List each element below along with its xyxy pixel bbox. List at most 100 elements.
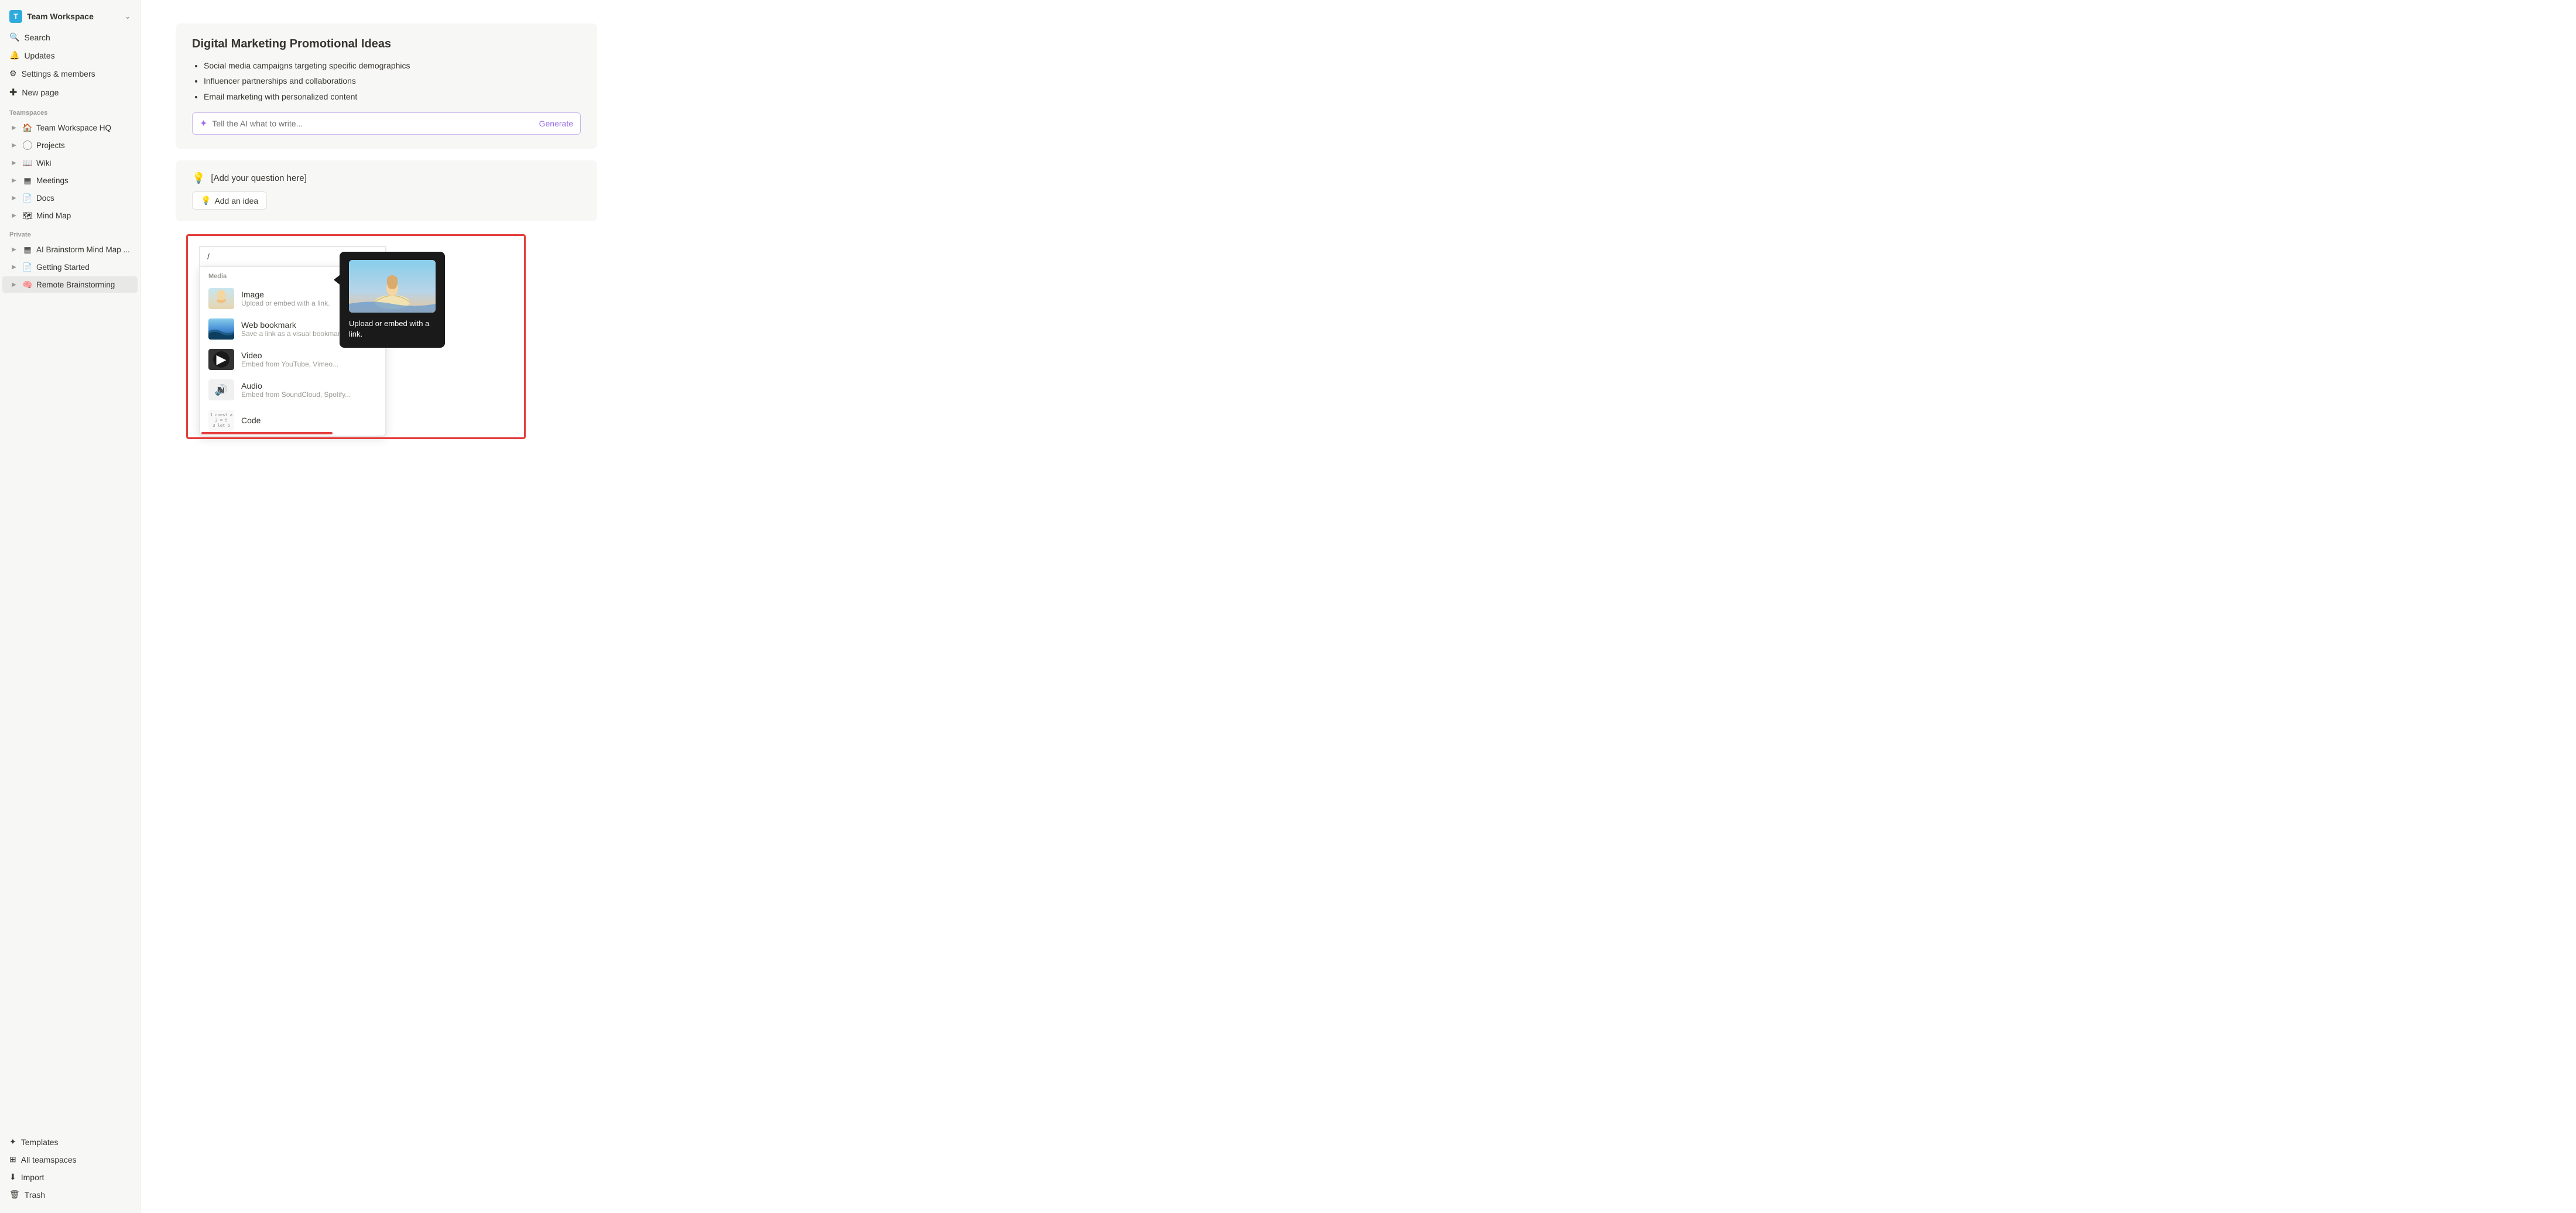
sidebar: T Team Workspace ⌄ 🔍 Search 🔔 Updates ⚙ … [0,0,141,1213]
sidebar-label-projects: Projects [36,141,65,150]
page-icon: 📄 [22,262,33,272]
sidebar-item-docs[interactable]: ▶ 📄 Docs [2,190,138,206]
sidebar-label-new-page: New page [22,88,59,97]
teamspaces-label: Teamspaces [0,102,140,119]
sidebar-label-all-teamspaces: All teamspaces [21,1155,77,1164]
add-idea-label: Add an idea [214,196,258,205]
slash-item-video[interactable]: ▶ Video Embed from YouTube, Vimeo... [200,344,385,375]
mindmap-icon: 🗺 [22,210,33,221]
slash-item-code[interactable]: 1 const a 2 = 5 3 let b Code [200,405,385,436]
slash-item-video-title: Video [241,351,338,360]
slash-item-video-text: Video Embed from YouTube, Vimeo... [241,351,338,368]
question-row: 💡 [Add your question here] [192,172,581,184]
spark-icon: ✦ [200,118,207,129]
chevron-icon: ▶ [9,245,19,254]
sidebar-label-wiki: Wiki [36,159,52,167]
chevron-icon: ▶ [9,123,19,132]
trash-icon: 🗑 [9,1190,20,1200]
slash-char: / [207,252,210,261]
slash-item-audio-title: Audio [241,381,351,390]
image-thumbnail [208,288,234,309]
sidebar-item-templates[interactable]: ✦ Templates [2,1133,138,1150]
ai-card-title: Digital Marketing Promotional Ideas [192,37,581,51]
plus-icon: ✚ [9,87,17,98]
sidebar-label-import: Import [21,1173,44,1182]
slash-item-image-text: Image Upload or embed with a link. [241,290,330,307]
sidebar-label-search: Search [24,33,50,42]
sidebar-item-settings[interactable]: ⚙ Settings & members [2,65,138,82]
add-idea-button[interactable]: 💡 Add an idea [192,191,267,210]
slash-item-bookmark-title: Web bookmark [241,320,345,330]
slash-item-code-text: Code [241,416,261,425]
audio-thumbnail: 🔊 [208,379,234,400]
sidebar-item-updates[interactable]: 🔔 Updates [2,47,138,64]
ai-card-bullets: Social media campaigns targeting specifi… [192,59,581,103]
sidebar-label-templates: Templates [21,1137,59,1147]
sidebar-item-mind-map[interactable]: ▶ 🗺 Mind Map [2,207,138,224]
workspace-avatar: T [9,10,22,23]
chevron-icon: ▶ [9,193,19,203]
slash-item-image[interactable]: Image Upload or embed with a link. ➤ [200,283,385,314]
question-card: 💡 [Add your question here] 💡 Add an idea [176,160,597,221]
projects-icon [22,140,33,150]
gear-icon: ⚙ [9,68,17,78]
sidebar-label-trash: Trash [25,1190,45,1200]
search-icon: 🔍 [9,32,19,42]
ai-text-input[interactable] [212,119,534,128]
sidebar-label-getting-started: Getting Started [36,263,90,272]
sidebar-item-new-page[interactable]: ✚ New page [2,83,138,102]
slash-command-popup[interactable]: / Media [199,246,386,437]
brain-icon: 🧠 [22,279,33,290]
code-thumbnail: 1 const a 2 = 5 3 let b [208,410,234,431]
sidebar-item-trash[interactable]: 🗑 Trash [2,1186,138,1203]
meetings-icon: ▦ [22,175,33,186]
generate-button[interactable]: Generate [539,119,573,128]
sidebar-item-ai-brainstorm[interactable]: ▶ ▦ AI Brainstorm Mind Map ... [2,241,138,258]
slash-item-image-title: Image [241,290,330,299]
bulb-icon: 💡 [192,172,205,184]
workspace-name: Team Workspace [27,12,94,21]
slash-item-audio-text: Audio Embed from SoundCloud, Spotify... [241,381,351,399]
grid-icon: ⊞ [9,1154,16,1164]
slash-menu: Media [199,266,386,437]
workspace-header[interactable]: T Team Workspace ⌄ [2,5,138,28]
templates-icon: ✦ [9,1137,16,1147]
sidebar-item-all-teamspaces[interactable]: ⊞ All teamspaces [2,1151,138,1168]
slash-section-media: Media [200,267,385,283]
bell-icon: 🔔 [9,50,19,60]
bullet-1: Social media campaigns targeting specifi… [204,59,581,72]
add-idea-icon: 💡 [201,196,211,205]
sidebar-item-remote-brainstorming[interactable]: ▶ 🧠 Remote Brainstorming [2,276,138,293]
table-icon: ▦ [22,244,33,255]
slash-item-bookmark-desc: Save a link as a visual bookmark. [241,330,345,338]
slash-item-audio[interactable]: 🔊 Audio Embed from SoundCloud, Spotify..… [200,375,385,405]
sidebar-item-import[interactable]: ⬇ Import [2,1169,138,1185]
sidebar-label-meetings: Meetings [36,176,68,185]
bullet-3: Email marketing with personalized conten… [204,90,581,103]
slash-item-code-title: Code [241,416,261,425]
arrow-right-icon: ➤ [339,292,349,306]
sidebar-item-projects[interactable]: ▶ Projects [2,137,138,153]
import-icon: ⬇ [9,1172,16,1182]
slash-item-web-bookmark[interactable]: Web bookmark Save a link as a visual boo… [200,314,385,344]
sidebar-item-wiki[interactable]: ▶ 📖 Wiki [2,155,138,171]
ai-input-row: ✦ Generate [192,112,581,135]
workspace-chevron: ⌄ [125,12,131,20]
sidebar-item-meetings[interactable]: ▶ ▦ Meetings [2,172,138,189]
sidebar-item-search[interactable]: 🔍 Search [2,29,138,46]
chevron-icon: ▶ [9,211,19,220]
sidebar-label-team-hq: Team Workspace HQ [36,124,111,132]
wiki-icon: 📖 [22,157,33,168]
sidebar-item-team-hq[interactable]: ▶ 🏠 Team Workspace HQ [2,119,138,136]
docs-icon: 📄 [22,193,33,203]
chevron-icon: ▶ [9,280,19,289]
sidebar-item-getting-started[interactable]: ▶ 📄 Getting Started [2,259,138,275]
private-label: Private [0,224,140,241]
slash-item-audio-desc: Embed from SoundCloud, Spotify... [241,390,351,399]
sidebar-label-docs: Docs [36,194,54,203]
slash-item-video-desc: Embed from YouTube, Vimeo... [241,360,338,368]
bullet-2: Influencer partnerships and collaboratio… [204,74,581,87]
question-text: [Add your question here] [211,173,306,183]
slash-item-image-desc: Upload or embed with a link. [241,299,330,307]
sidebar-label-updates: Updates [24,51,54,60]
